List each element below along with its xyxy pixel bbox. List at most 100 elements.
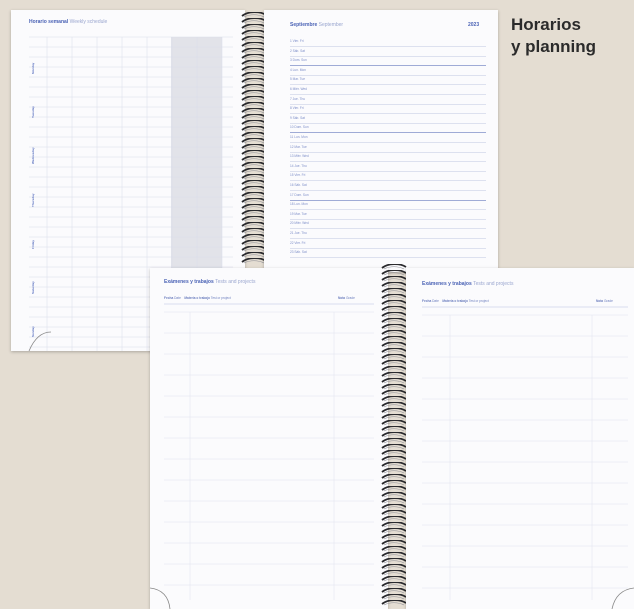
day-row: 17 Dom. Sun: [290, 192, 309, 197]
day-rule: [290, 190, 486, 191]
spiral-ring: [240, 246, 267, 252]
tests-page-left: Exámenes y trabajos Tests and projects F…: [150, 268, 388, 609]
day-rule: [290, 238, 486, 239]
spiral-ring: [380, 270, 407, 276]
spiral-ring: [240, 18, 267, 24]
spiral-ring: [240, 84, 267, 90]
day-rule: [290, 218, 486, 220]
spiral-ring: [380, 372, 407, 378]
spiral-ring: [240, 66, 267, 72]
spiral-ring: [240, 12, 267, 18]
day-rule: [290, 257, 486, 258]
spiral-ring: [380, 462, 407, 468]
spiral-ring: [380, 288, 407, 294]
day-rule: [290, 142, 486, 143]
day-rule: [290, 132, 486, 134]
spiral-ring: [380, 354, 407, 360]
spiral-ring: [380, 588, 407, 594]
day-rule: [290, 46, 486, 47]
day-row: 10 Dom. Sun: [290, 125, 309, 130]
spiral-ring: [240, 24, 267, 30]
spiral-ring: [240, 162, 267, 168]
day-rule: [290, 199, 486, 201]
day-row: 6 Miér. Wed: [290, 87, 307, 91]
day-row: 20 Miér. Wed: [290, 221, 309, 226]
spiral-ring: [240, 150, 267, 156]
spiral-ring: [380, 504, 407, 510]
spiral-ring: [380, 450, 407, 456]
spiral-ring: [380, 570, 407, 576]
spiral-ring: [240, 186, 267, 192]
tests-right-grid: [422, 306, 634, 609]
day-row: 21 Jue. Thu: [290, 231, 307, 235]
day-rule: [290, 113, 486, 114]
day-label: Sunday: [31, 326, 35, 338]
day-row: 15 Vier. Fri: [290, 173, 306, 178]
day-rule: [290, 209, 486, 210]
spiral-ring: [240, 192, 267, 198]
spiral-ring: [240, 114, 267, 120]
day-rule: [290, 247, 486, 249]
spiral-ring: [380, 552, 407, 558]
day-row: 13 Miér. Wed: [290, 154, 309, 159]
spiral-ring: [380, 510, 407, 516]
spiral-ring: [240, 258, 267, 264]
day-row: 22 Vier. Fri: [290, 240, 306, 245]
spiral-ring: [240, 222, 267, 228]
day-row: 12 Mar. Tue: [290, 144, 307, 149]
spiral-ring: [380, 426, 407, 432]
spiral-ring: [240, 204, 267, 210]
spiral-ring: [240, 216, 267, 222]
day-row: 4 Lun. Mon: [290, 67, 306, 72]
spiral-ring: [380, 582, 407, 588]
caption-line-1: Horarios: [511, 15, 581, 34]
spiral-ring: [380, 300, 407, 306]
spiral-ring: [380, 408, 407, 414]
spiral-ring: [240, 48, 267, 54]
spiral-ring: [240, 234, 267, 240]
day-rule: [290, 65, 486, 67]
day-label: Friday: [31, 239, 35, 249]
day-label: Wednesday: [31, 147, 35, 165]
spiral-ring: [380, 384, 407, 390]
day-label: Monday: [31, 62, 35, 74]
spiral-ring: [240, 210, 267, 216]
day-row: 8 Vier. Fri: [290, 106, 304, 111]
tests-page-right: Exámenes y trabajos Tests and projects F…: [406, 268, 634, 609]
spiral-ring: [380, 438, 407, 444]
spiral-ring: [380, 390, 407, 396]
day-label: Tuesday: [31, 106, 35, 118]
spiral-ring: [380, 282, 407, 288]
spiral-ring: [380, 546, 407, 552]
spiral-ring: [240, 180, 267, 186]
spiral-ring: [380, 324, 407, 330]
day-row: 19 Mar. Tue: [290, 211, 307, 216]
spiral-ring: [380, 576, 407, 582]
spiral-ring: [240, 168, 267, 174]
spiral-ring: [380, 396, 407, 402]
september-subtitle: September: [318, 22, 344, 28]
spiral-ring: [240, 60, 267, 66]
day-row: 9 Sáb. Sat: [290, 115, 305, 120]
spiral-ring: [380, 318, 407, 324]
spiral-ring: [380, 414, 407, 420]
spiral-ring: [380, 534, 407, 540]
day-rule: [290, 84, 486, 85]
spiral-ring: [380, 336, 407, 342]
spiral-ring: [380, 456, 407, 462]
spiral-ring: [240, 72, 267, 78]
september-page: Septiembre September 2023 1 Vier. Fri 2 S…: [264, 10, 498, 272]
day-row: 23 Sáb. Sat: [290, 250, 307, 255]
day-row: 16 Sáb. Sat: [290, 183, 307, 187]
day-rule: [290, 103, 486, 105]
spiral-ring: [240, 174, 267, 180]
tests-left-grid: [150, 303, 374, 609]
spiral-ring: [380, 564, 407, 570]
spiral-ring: [380, 312, 407, 318]
september-title: Septiembre September: [290, 22, 343, 28]
day-row: 14 Jue. Thu: [290, 163, 307, 168]
spiral-ring: [240, 132, 267, 138]
day-rule: [290, 122, 486, 124]
spiral-ring: [240, 108, 267, 114]
spiral-ring: [380, 330, 407, 336]
